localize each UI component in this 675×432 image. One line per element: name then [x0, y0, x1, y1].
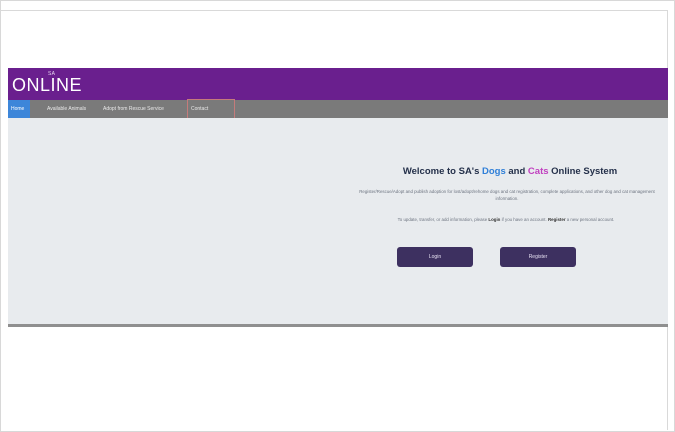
intro-text: Register/Rescue/Adopt and publish adopti… [359, 189, 655, 201]
hint-pre: To update, transfer, or add information,… [397, 217, 489, 222]
site-banner: SA ONLINE [8, 68, 668, 100]
nav-item-available-animals[interactable]: Available Animals [44, 100, 94, 118]
hint-mid: if you have an account. [500, 217, 548, 222]
page-title: Welcome to SA's Dogs and Cats Online Sys… [360, 166, 660, 177]
login-button[interactable]: Login [397, 247, 473, 267]
register-button[interactable]: Register [500, 247, 576, 267]
nav-item-adopt[interactable]: Adopt from Rescue Service [100, 100, 184, 118]
main-nav: Home Available Animals Adopt from Rescue… [8, 99, 668, 119]
top-divider [0, 10, 668, 11]
content-bottom-border [8, 324, 668, 327]
title-cats: Cats [527, 166, 549, 177]
site-logo[interactable]: SA ONLINE [12, 71, 92, 97]
hint-register-word: Register [547, 217, 566, 222]
login-hint-text: To update, transfer, or add information,… [347, 216, 665, 223]
title-prefix: Welcome to SA's [402, 166, 482, 177]
nav-item-contact[interactable]: Contact [187, 99, 235, 119]
title-suffix: Online System [548, 166, 618, 177]
hint-login-word: Login [488, 217, 501, 222]
logo-main-text: ONLINE [12, 75, 83, 95]
title-and: and [505, 166, 528, 177]
hint-post: a new personal account. [565, 217, 615, 222]
title-dogs: Dogs [482, 166, 506, 177]
nav-item-home[interactable]: Home [8, 100, 30, 118]
